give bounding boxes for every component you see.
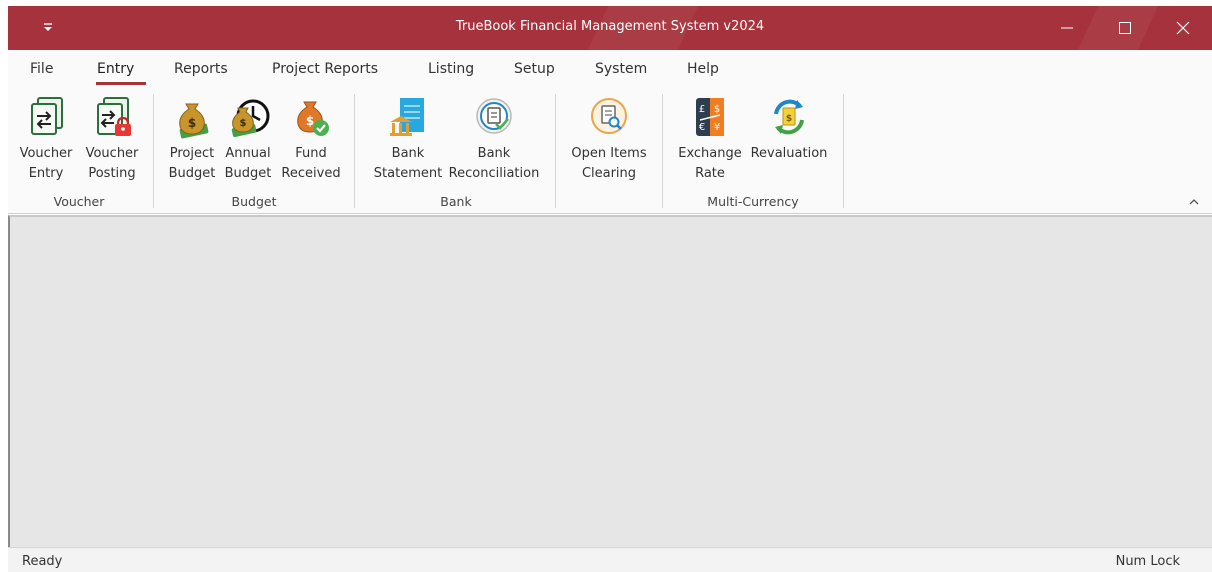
exchange-rate-label-1: Exchange <box>678 146 742 161</box>
fund-received-label-1: Fund <box>295 146 327 161</box>
open-items-label-1: Open Items <box>571 146 647 161</box>
active-tab-indicator <box>96 82 146 85</box>
voucher-entry-icon <box>31 97 63 135</box>
money-bag-icon: $ <box>179 103 209 139</box>
group-label-voucher: Voucher <box>53 194 105 209</box>
tab-setup[interactable]: Setup <box>514 61 555 77</box>
group-separator <box>843 94 844 208</box>
tab-entry[interactable]: Entry <box>97 61 134 77</box>
voucher-entry-label-1: Voucher <box>19 146 73 161</box>
tab-file[interactable]: File <box>30 61 53 77</box>
money-clock-icon: $ <box>231 99 270 138</box>
group-separator <box>153 94 154 208</box>
ribbon-tabs: File Entry Reports Project Reports Listi… <box>8 50 1212 90</box>
project-budget-label-1: Project <box>169 146 215 161</box>
minimize-button[interactable] <box>1038 6 1096 50</box>
bank-statement-label-2: Statement <box>373 166 443 181</box>
status-text: Ready <box>22 554 63 569</box>
group-label-multi-currency: Multi-Currency <box>707 194 799 209</box>
project-budget-label-2: Budget <box>168 166 216 181</box>
mdi-workspace[interactable] <box>8 215 1212 547</box>
revaluation-icon: $ <box>774 99 804 135</box>
bank-reconciliation-label-2: Reconciliation <box>448 166 540 181</box>
group-label-bank: Bank <box>440 194 472 209</box>
tab-system[interactable]: System <box>595 61 647 77</box>
bank-statement-label-1: Bank <box>391 146 425 161</box>
close-button[interactable] <box>1154 6 1212 50</box>
tab-project-reports[interactable]: Project Reports <box>272 61 378 77</box>
voucher-entry-label-2: Entry <box>28 166 64 181</box>
voucher-entry-button[interactable]: Voucher Entry <box>14 94 78 184</box>
bank-statement-icon <box>390 98 424 136</box>
group-separator <box>354 94 355 208</box>
voucher-posting-button[interactable]: Voucher Posting <box>80 94 144 184</box>
bank-reconciliation-button[interactable]: Bank Reconciliation <box>446 94 542 184</box>
num-lock-indicator: Num Lock <box>1115 554 1180 569</box>
voucher-posting-label-1: Voucher <box>85 146 139 161</box>
voucher-posting-icon <box>97 97 131 136</box>
annual-budget-label-1: Annual <box>225 146 271 161</box>
svg-text:¥: ¥ <box>714 122 720 133</box>
open-items-icon <box>591 98 627 134</box>
svg-text:$: $ <box>714 104 720 115</box>
bank-reconciliation-label-1: Bank <box>477 146 511 161</box>
annual-budget-label-2: Budget <box>224 166 272 181</box>
group-separator <box>662 94 663 208</box>
revaluation-label-1: Revaluation <box>750 146 828 161</box>
currency-exchange-icon: £ $ € ¥ <box>696 98 724 136</box>
reconciliation-icon <box>476 98 512 134</box>
svg-text:$: $ <box>240 118 247 129</box>
svg-text:$: $ <box>188 116 196 130</box>
project-budget-button[interactable]: $ Project Budget <box>164 94 220 184</box>
money-bag-check-icon: $ <box>297 101 329 136</box>
group-label-budget: Budget <box>231 194 277 209</box>
fund-received-button[interactable]: $ Fund Received <box>278 94 344 184</box>
open-items-clearing-button[interactable]: Open Items Clearing <box>564 94 654 184</box>
status-bar: Ready Num Lock <box>8 547 1212 572</box>
revaluation-button[interactable]: $ Revaluation <box>746 94 832 164</box>
ribbon-panel: Voucher Entry Voucher Posting Voucher $ … <box>8 90 1212 214</box>
tab-reports[interactable]: Reports <box>174 61 228 77</box>
svg-text:$: $ <box>306 114 314 128</box>
exchange-rate-label-2: Rate <box>695 166 725 181</box>
window-title: TrueBook Financial Management System v20… <box>455 19 765 34</box>
voucher-posting-label-2: Posting <box>88 166 136 181</box>
bank-statement-button[interactable]: Bank Statement <box>370 94 446 184</box>
maximize-button[interactable] <box>1096 6 1154 50</box>
fund-received-label-2: Received <box>281 166 341 181</box>
group-separator <box>555 94 556 208</box>
title-bar[interactable]: TrueBook Financial Management System v20… <box>8 6 1212 50</box>
window-edge <box>0 0 8 572</box>
svg-text:$: $ <box>786 114 792 124</box>
annual-budget-button[interactable]: $ Annual Budget <box>220 94 276 184</box>
exchange-rate-button[interactable]: £ $ € ¥ Exchange Rate <box>674 94 746 184</box>
app-window: TrueBook Financial Management System v20… <box>0 0 1212 572</box>
tab-listing[interactable]: Listing <box>428 61 474 77</box>
tab-help[interactable]: Help <box>687 61 719 77</box>
collapse-ribbon-chevron-up-icon[interactable] <box>1186 194 1202 210</box>
svg-text:€: € <box>699 122 705 133</box>
open-items-label-2: Clearing <box>581 166 637 181</box>
svg-text:£: £ <box>699 104 705 115</box>
